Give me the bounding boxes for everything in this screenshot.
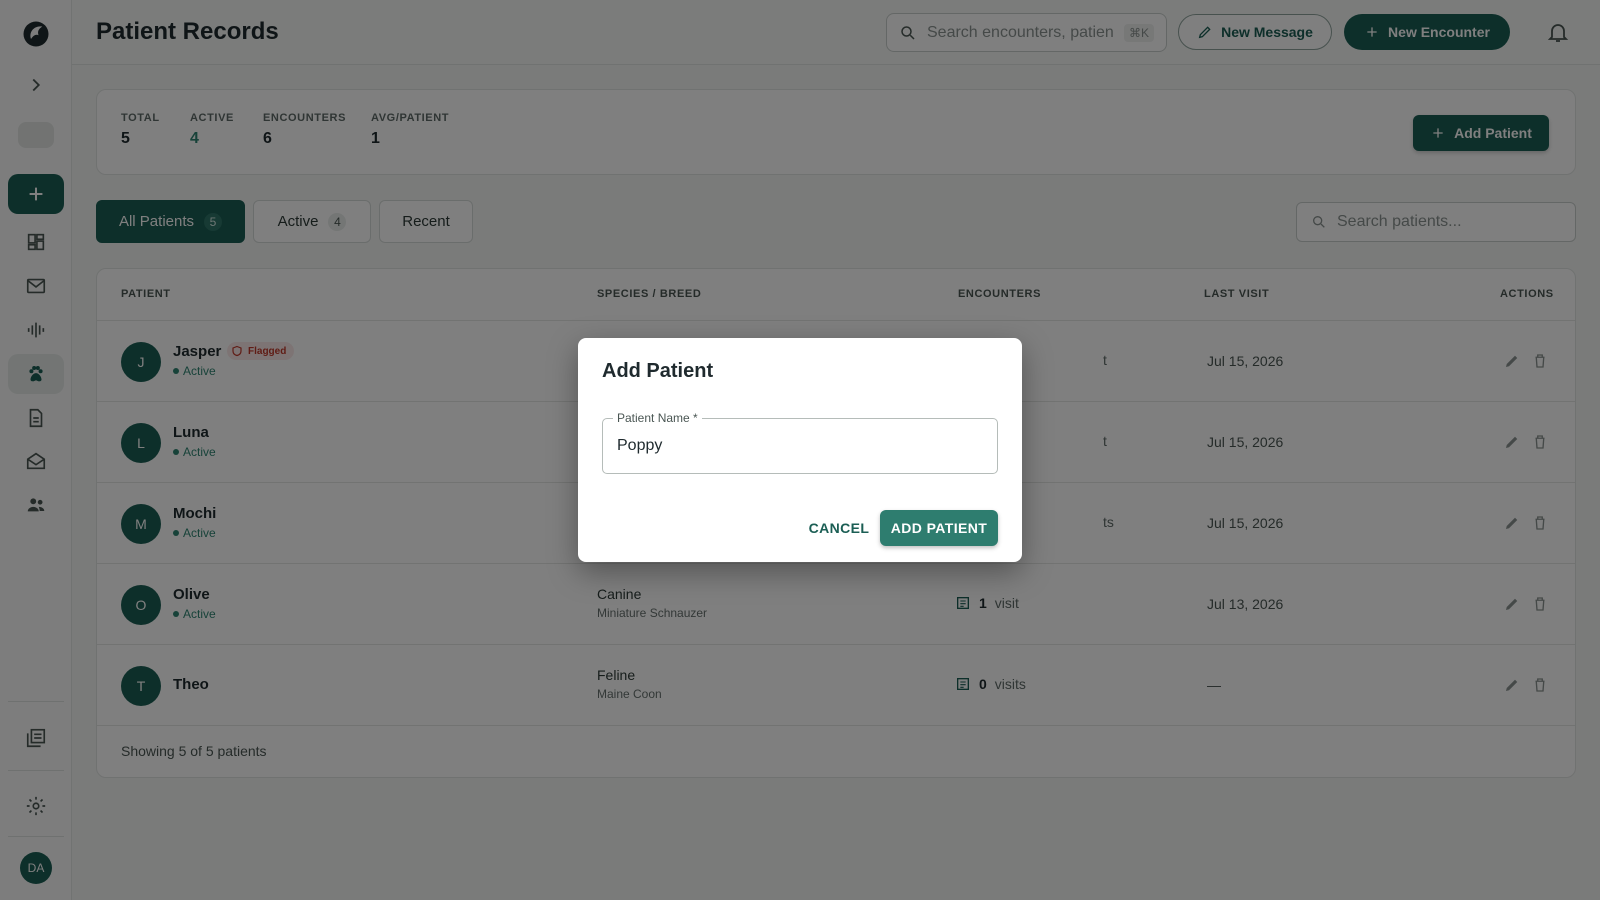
- patient-name-value: Poppy: [617, 437, 663, 454]
- dialog-title: Add Patient: [602, 360, 714, 382]
- add-patient-dialog: Add Patient Patient Name * Poppy CANCEL …: [578, 338, 1022, 562]
- cancel-button[interactable]: CANCEL: [802, 510, 876, 546]
- patient-name-label: Patient Name *: [613, 411, 702, 425]
- add-patient-submit-button[interactable]: ADD PATIENT: [880, 510, 998, 546]
- patient-name-field[interactable]: Patient Name * Poppy: [602, 411, 998, 474]
